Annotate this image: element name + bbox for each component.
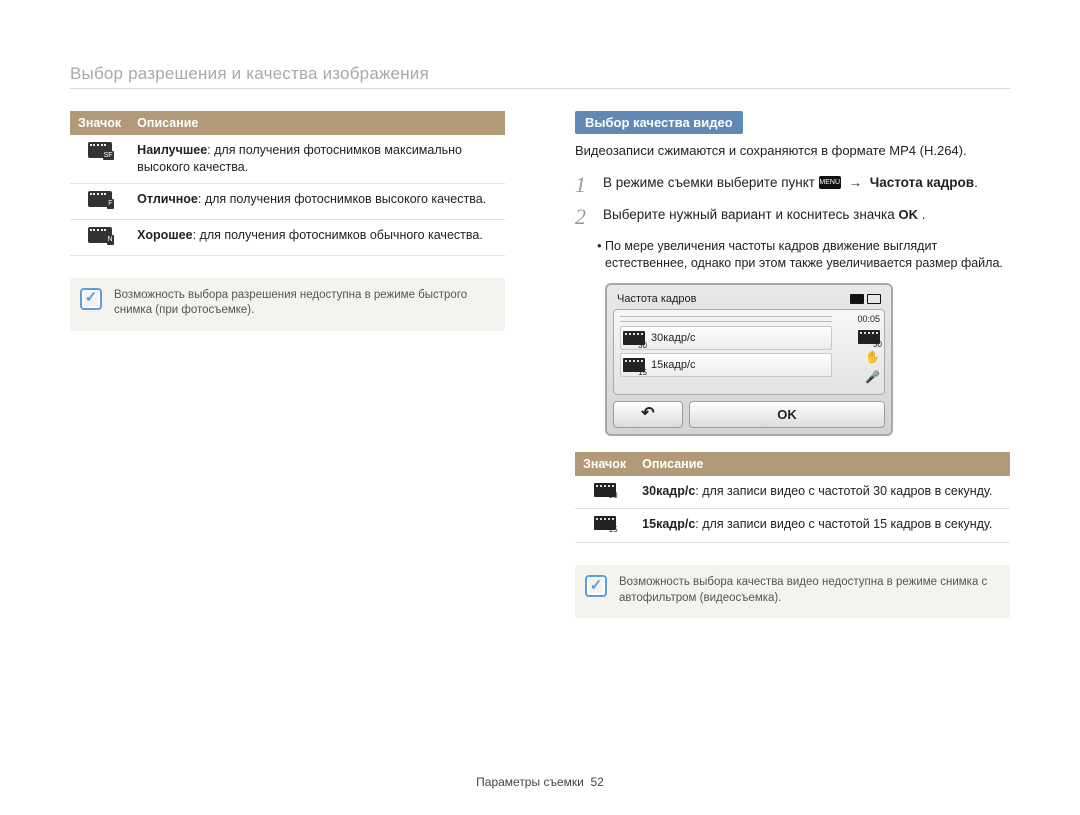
note-text: Возможность выбора качества видео недост…: [619, 576, 987, 604]
step-number: 2: [575, 206, 593, 228]
page-footer: Параметры съемки 52: [0, 775, 1080, 789]
bullet-item: По мере увеличения частоты кадров движен…: [605, 238, 1010, 273]
left-column: Значок Описание SF Наилучшее: для получе…: [70, 111, 505, 618]
quality-icon-n: N: [88, 227, 112, 243]
quality-table: Значок Описание SF Наилучшее: для получе…: [70, 111, 505, 256]
step-1: 1 В режиме съемки выберите пункт MENU → …: [575, 174, 1010, 196]
quality-icon-sf: SF: [88, 142, 112, 158]
section-heading: Выбор качества видео: [575, 111, 743, 134]
th-icon: Значок: [70, 111, 129, 135]
device-title: Частота кадров: [617, 293, 697, 305]
term: Наилучшее: [137, 143, 207, 157]
page-title: Выбор разрешения и качества изображения: [70, 64, 1010, 84]
desc: : для получения фотоснимков обычного кач…: [193, 228, 483, 242]
fps-table: Значок Описание 30 30кадр/с: для записи …: [575, 452, 1010, 544]
ok-button[interactable]: OK: [689, 401, 885, 428]
step1-text-a: В режиме съемки выберите пункт: [603, 175, 819, 190]
desc: : для записи видео с частотой 30 кадров …: [695, 484, 992, 498]
film-icon-30: 30: [594, 483, 616, 497]
step1-text-c: .: [974, 175, 978, 190]
film-icon: 30: [623, 331, 645, 345]
back-button[interactable]: ↶: [613, 401, 683, 428]
menu-icon: MENU: [819, 176, 841, 189]
table-row: N Хорошее: для получения фотоснимков обы…: [70, 219, 505, 255]
th-desc: Описание: [129, 111, 505, 135]
step2-text-a: Выберите нужный вариант и коснитесь знач…: [603, 207, 898, 222]
bullet-list: По мере увеличения частоты кадров движен…: [605, 238, 1010, 273]
th-desc: Описание: [634, 452, 1010, 476]
term: Хорошее: [137, 228, 192, 242]
opt-label: 30кадр/с: [651, 332, 696, 344]
ok-icon: OK: [898, 206, 918, 224]
step2-text-b: .: [922, 207, 926, 222]
device-screenshot: Частота кадров 30 30кадр/с 15 15ка: [605, 283, 893, 436]
title-divider: [70, 88, 1010, 89]
table-row: 30 30кадр/с: для записи видео с частотой…: [575, 476, 1010, 509]
term: Отличное: [137, 192, 198, 206]
fps-option-15[interactable]: 15 15кадр/с: [620, 353, 832, 377]
film-side-icon: 30: [858, 330, 880, 344]
table-row: SF Наилучшее: для получения фотоснимков …: [70, 135, 505, 183]
mic-icon: 🎤: [865, 370, 880, 384]
desc: : для записи видео с частотой 15 кадров …: [695, 517, 992, 531]
quality-icon-f: F: [88, 191, 112, 207]
note-box: ✓ Возможность выбора качества видео недо…: [575, 565, 1010, 618]
step-number: 1: [575, 174, 593, 196]
right-column: Выбор качества видео Видеозаписи сжимают…: [575, 111, 1010, 618]
opt-label: 15кадр/с: [651, 359, 696, 371]
desc: : для получения фотоснимков высокого кач…: [198, 192, 486, 206]
info-icon: ✓: [80, 288, 102, 310]
term: 15кадр/с: [642, 517, 695, 531]
footer-page: 52: [591, 775, 604, 789]
hand-icon: ✋: [865, 350, 880, 364]
table-row: 15 15кадр/с: для записи видео с частотой…: [575, 509, 1010, 543]
step-2: 2 Выберите нужный вариант и коснитесь зн…: [575, 206, 1010, 228]
note-text: Возможность выбора разрешения недоступна…: [114, 289, 467, 317]
rec-time: 00:05: [857, 314, 880, 324]
lead-text: Видеозаписи сжимаются и сохраняются в фо…: [575, 142, 1010, 160]
battery-icon: [867, 294, 881, 304]
film-icon-15: 15: [594, 516, 616, 530]
info-icon: ✓: [585, 575, 607, 597]
step1-term: Частота кадров: [870, 175, 974, 190]
storage-icon: [850, 294, 864, 304]
film-icon: 15: [623, 358, 645, 372]
note-box: ✓ Возможность выбора разрешения недоступ…: [70, 278, 505, 331]
arrow-icon: →: [844, 175, 866, 190]
term: 30кадр/с: [642, 484, 695, 498]
table-row: F Отличное: для получения фотоснимков вы…: [70, 183, 505, 219]
footer-section: Параметры съемки: [476, 775, 584, 789]
th-icon: Значок: [575, 452, 634, 476]
fps-option-30[interactable]: 30 30кадр/с: [620, 326, 832, 350]
